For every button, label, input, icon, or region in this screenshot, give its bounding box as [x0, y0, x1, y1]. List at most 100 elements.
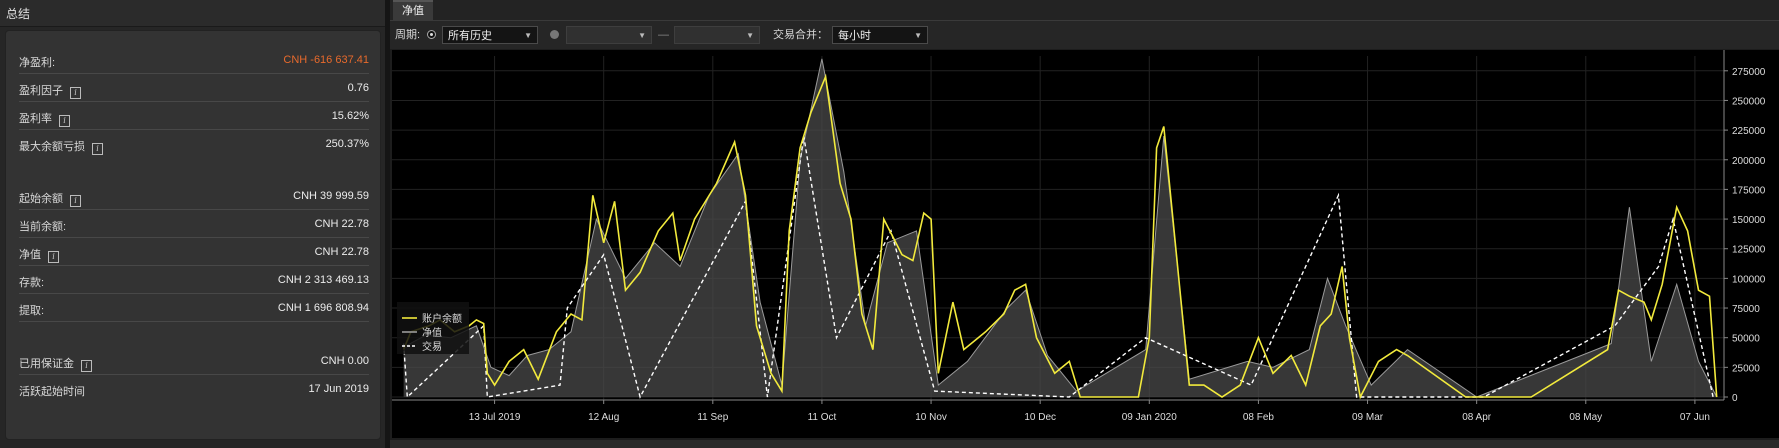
info-icon[interactable]: i [92, 143, 103, 155]
summary-row-value: 15.62% [331, 110, 369, 122]
summary-row-label-text: 盈利因子 [19, 85, 63, 97]
y-tick-label: 125000 [1732, 245, 1766, 256]
summary-row: 当前余额: CNH 22.78 [19, 210, 369, 238]
summary-row: 存款: CNH 2 313 469.13 [19, 266, 369, 294]
bottom-scrollbar[interactable] [390, 440, 1779, 448]
period-all-history-radio[interactable] [427, 30, 436, 39]
summary-row: 起始余额 i CNH 39 999.59 [19, 182, 369, 210]
summary-row: 活跃起始时间 17 Jun 2019 [19, 375, 369, 402]
summary-row-label-text: 活跃起始时间 [19, 386, 85, 398]
x-tick-label: 07 Jun [1680, 412, 1710, 423]
summary-row-value: CNH 22.78 [314, 218, 369, 230]
y-tick-label: 50000 [1732, 334, 1760, 345]
y-tick-label: 275000 [1732, 67, 1766, 78]
x-tick-label: 13 Jul 2019 [469, 412, 521, 423]
x-tick-label: 09 Mar [1352, 412, 1384, 423]
x-tick-label: 09 Jan 2020 [1122, 412, 1177, 423]
merge-label: 交易合并： [773, 29, 828, 41]
summary-row-label-text: 提取: [19, 305, 45, 317]
chevron-down-icon: ▼ [746, 31, 754, 40]
summary-row: 盈利因子 i 0.76 [19, 74, 369, 102]
merge-select[interactable]: 每小时 ▼ [832, 26, 928, 44]
y-tick-label: 25000 [1732, 363, 1760, 374]
x-tick-label: 12 Aug [588, 412, 619, 423]
summary-row-label: 盈利因子 i [19, 82, 81, 99]
tab-equity[interactable]: 净值 [393, 0, 433, 21]
summary-panel-title: 总结 [0, 0, 385, 27]
summary-row-label: 已用保证金 i [19, 355, 92, 372]
y-tick-label: 100000 [1732, 274, 1766, 285]
range-from-select[interactable]: ▼ [566, 26, 652, 44]
summary-row-label: 净盈利: [19, 54, 55, 70]
summary-panel: 总结 净盈利: CNH -616 637.41 盈利因子 i 0.76 盈利率 i 15.62… [0, 0, 385, 448]
panel-splitter[interactable] [385, 0, 390, 448]
x-tick-label: 10 Dec [1024, 412, 1056, 423]
summary-row-label-text: 净值 [19, 249, 41, 261]
x-tick-label: 08 Apr [1462, 412, 1492, 423]
period-custom-range-radio[interactable] [550, 30, 559, 39]
equity-chart[interactable]: 275000 250000 225000 200000 175000 150000 1250… [392, 50, 1779, 438]
info-icon[interactable]: i [59, 115, 70, 127]
summary-row-label: 提取: [19, 302, 44, 318]
range-separator: — [658, 29, 669, 41]
y-tick-label: 75000 [1732, 304, 1760, 315]
summary-row-value: 250.37% [325, 138, 369, 150]
x-tick-label: 08 May [1569, 412, 1602, 423]
legend-label: 交易 [422, 340, 442, 353]
legend-label: 账户余额 [422, 312, 462, 325]
summary-row: 已用保证金 i CNH 0.00 [19, 347, 369, 375]
y-tick-label: 150000 [1732, 215, 1766, 226]
summary-row: 最大余额亏损 i 250.37% [19, 130, 369, 157]
summary-row-label-text: 盈利率 [19, 113, 52, 125]
period-select[interactable]: 所有历史 ▼ [442, 26, 538, 44]
x-tick-label: 11 Oct [808, 412, 837, 423]
summary-row-label-text: 净盈利: [19, 57, 56, 69]
chart-toolbar: 周期: 所有历史 ▼ ▼ — ▼ 交易合并： 每小时 ▼ [390, 21, 1779, 49]
summary-row-value: CNH -616 637.41 [283, 54, 369, 66]
summary-row-label: 盈利率 i [19, 110, 70, 127]
y-tick-label: 175000 [1732, 185, 1766, 196]
y-tick-label: 250000 [1732, 96, 1766, 107]
summary-row-value: 0.76 [347, 82, 369, 94]
summary-box: 净盈利: CNH -616 637.41 盈利因子 i 0.76 盈利率 i 15.62% 最大… [5, 30, 381, 440]
info-icon[interactable]: i [48, 251, 59, 263]
info-icon[interactable]: i [81, 360, 92, 372]
summary-row-label-text: 当前余额: [19, 221, 67, 233]
chevron-down-icon: ▼ [524, 31, 532, 40]
summary-row: 提取: CNH 1 696 808.94 [19, 294, 369, 322]
y-tick-label: 225000 [1732, 126, 1766, 137]
summary-row: 净盈利: CNH -616 637.41 [19, 46, 369, 74]
summary-row-value: CNH 39 999.59 [293, 190, 369, 202]
x-tick-label: 11 Sep [697, 412, 728, 423]
summary-row-value: CNH 0.00 [320, 355, 369, 367]
y-tick-label: 0 [1732, 393, 1738, 404]
summary-row-label-text: 最大余额亏损 [19, 141, 85, 153]
summary-row-label-text: 已用保证金 [19, 358, 74, 370]
equity-chart-svg: 2750002500002250002000001750001500001250… [392, 50, 1766, 423]
range-to-select[interactable]: ▼ [674, 26, 760, 44]
period-select-value: 所有历史 [448, 30, 492, 42]
summary-row: 净值 i CNH 22.78 [19, 238, 369, 266]
merge-select-value: 每小时 [838, 30, 871, 42]
summary-row-value: CNH 1 696 808.94 [277, 302, 369, 314]
summary-row-label-text: 起始余额 [19, 193, 63, 205]
summary-row-label: 起始余额 i [19, 190, 81, 207]
summary-row-value: CNH 2 313 469.13 [277, 274, 369, 286]
summary-row-value: CNH 22.78 [314, 246, 369, 258]
summary-row-value: 17 Jun 2019 [308, 383, 369, 395]
summary-row-label: 当前余额: [19, 218, 66, 234]
chevron-down-icon: ▼ [914, 31, 922, 40]
x-tick-label: 10 Nov [915, 412, 947, 423]
summary-row-label: 活跃起始时间 [19, 383, 85, 399]
chevron-down-icon: ▼ [638, 31, 646, 40]
info-icon[interactable]: i [70, 87, 81, 99]
y-tick-label: 200000 [1732, 156, 1766, 167]
summary-row-label-text: 存款: [19, 277, 45, 289]
tab-bar: 净值 [390, 0, 1779, 21]
info-icon[interactable]: i [70, 195, 81, 207]
x-tick-label: 08 Feb [1243, 412, 1275, 423]
period-label: 周期: [395, 29, 421, 41]
legend-label: 净值 [422, 326, 442, 339]
summary-row-label: 净值 i [19, 246, 59, 263]
summary-row: 盈利率 i 15.62% [19, 102, 369, 130]
